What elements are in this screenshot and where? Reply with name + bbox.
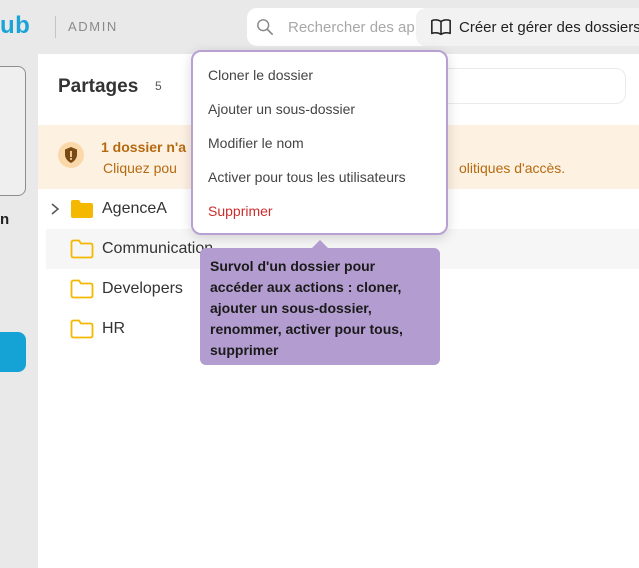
- folder-label: AgenceA: [102, 200, 167, 217]
- admin-label: ADMIN: [68, 19, 118, 34]
- warning-message-end[interactable]: olitiques d'accès.: [459, 160, 565, 176]
- tooltip-arrow: [312, 240, 328, 248]
- guide-tooltip: Survol d'un dossier pour accéder aux act…: [200, 248, 440, 365]
- folder-icon: [70, 279, 94, 299]
- folder-label: HR: [102, 320, 126, 337]
- warning-title: 1 dossier n'a: [101, 139, 187, 155]
- top-divider: [55, 16, 56, 38]
- folder-context-menu: Cloner le dossier Ajouter un sous-dossie…: [191, 50, 448, 235]
- create-manage-folders-label: Créer et gérer des dossiers: [459, 19, 639, 36]
- search-input[interactable]: Rechercher des ap: [288, 19, 415, 36]
- menu-item-delete[interactable]: Supprimer: [208, 203, 273, 219]
- folder-label: Developers: [102, 280, 183, 297]
- left-rail: n: [0, 54, 38, 568]
- search-bar[interactable]: Rechercher des ap: [247, 8, 437, 46]
- folder-icon: [71, 200, 93, 218]
- page-title: Partages: [58, 76, 139, 97]
- shield-icon-wrap: [58, 142, 84, 168]
- rail-primary-button[interactable]: [0, 332, 26, 372]
- share-count-badge: 5: [155, 79, 162, 93]
- header-filter-input[interactable]: [438, 68, 626, 104]
- app-logo[interactable]: ub: [0, 12, 30, 40]
- folder-icon: [70, 239, 94, 259]
- menu-item-rename[interactable]: Modifier le nom: [208, 135, 304, 151]
- folder-label: Communication: [102, 240, 214, 257]
- warning-message-start[interactable]: Cliquez pou: [103, 160, 177, 176]
- menu-item-enable-for-all-users[interactable]: Activer pour tous les utilisateurs: [208, 169, 406, 185]
- chevron-right-icon[interactable]: [50, 202, 60, 216]
- menu-item-clone-folder[interactable]: Cloner le dossier: [208, 67, 313, 83]
- rail-card-label: n: [0, 211, 10, 228]
- top-bar: ub ADMIN Rechercher des ap Créer et gére…: [0, 0, 639, 54]
- menu-item-add-subfolder[interactable]: Ajouter un sous-dossier: [208, 101, 355, 117]
- folder-icon: [70, 319, 94, 339]
- shield-icon: [65, 147, 77, 163]
- book-icon: [431, 19, 451, 36]
- search-icon: [257, 19, 274, 36]
- rail-card[interactable]: [0, 66, 26, 196]
- create-manage-folders-button[interactable]: Créer et gérer des dossiers: [416, 8, 639, 46]
